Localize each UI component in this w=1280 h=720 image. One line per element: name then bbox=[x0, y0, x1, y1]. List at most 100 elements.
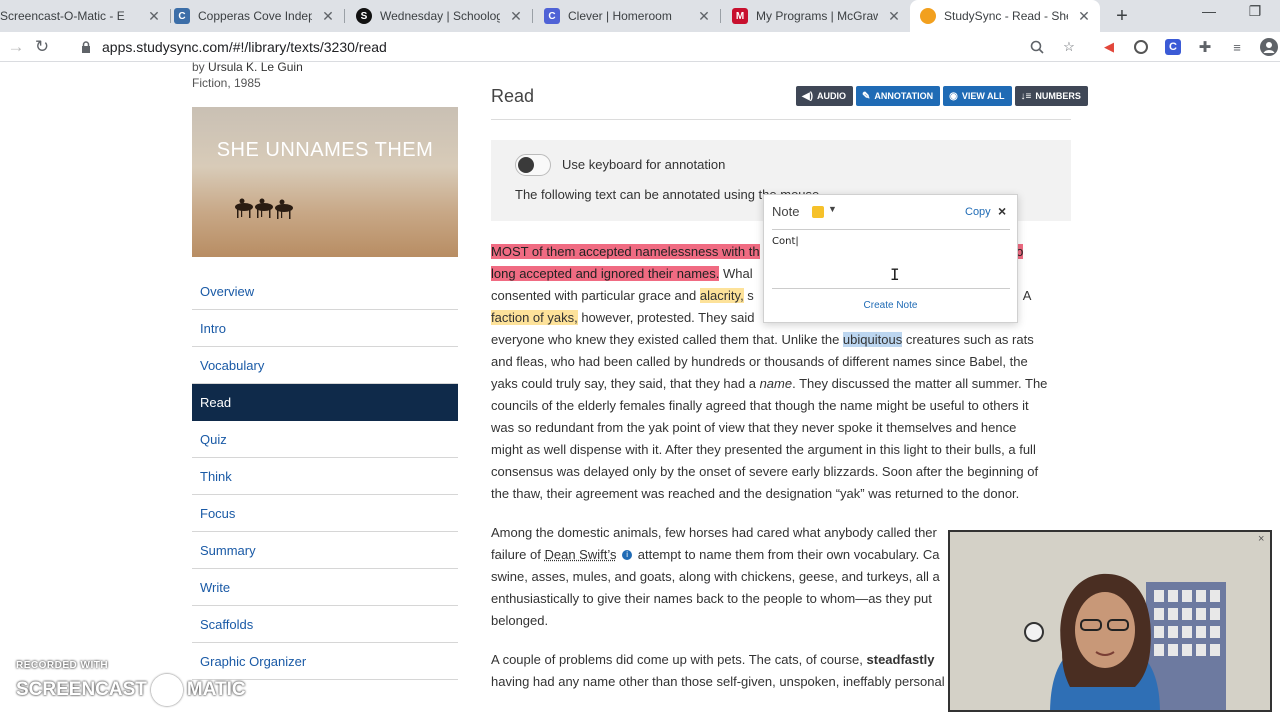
watermark-left: SCREENCAST bbox=[16, 679, 147, 700]
text-run: swine, asses, mules, and goats, along wi… bbox=[491, 569, 940, 584]
numbers-icon: ↓≡ bbox=[1020, 90, 1032, 102]
divider bbox=[491, 119, 1071, 120]
close-tab-icon[interactable]: ✕ bbox=[320, 8, 336, 25]
audio-label: AUDIO bbox=[817, 91, 847, 101]
highlight-red[interactable]: MOST of them accepted namelessness with … bbox=[491, 244, 760, 259]
browser-tab[interactable]: Screencast-O-Matic - E ✕ bbox=[0, 0, 170, 32]
tab-title: Clever | Homeroom bbox=[568, 9, 672, 23]
lock-icon bbox=[80, 40, 92, 54]
note-color-swatch[interactable] bbox=[812, 206, 824, 218]
chevron-down-icon[interactable]: ▼ bbox=[828, 204, 837, 214]
cover-title: SHE UNNAMES THEM bbox=[216, 139, 434, 161]
tab-title: My Programs | McGraw bbox=[756, 9, 878, 23]
toggle-label: Use keyboard for annotation bbox=[562, 157, 726, 172]
browser-tab[interactable]: C Copperas Cove Indepen ✕ bbox=[164, 0, 344, 32]
megaphone-extension-icon[interactable]: ◀ bbox=[1099, 37, 1119, 57]
read-heading: Read bbox=[491, 86, 535, 106]
browser-tab[interactable]: C Clever | Homeroom ✕ bbox=[534, 0, 720, 32]
minimize-icon[interactable]: — bbox=[1186, 0, 1232, 28]
book-byline: by Ursula K. Le Guin Fiction, 1985 bbox=[192, 59, 303, 91]
reload-icon[interactable]: ↻ bbox=[30, 35, 54, 59]
browser-tab[interactable]: M My Programs | McGraw ✕ bbox=[722, 0, 910, 32]
audio-button[interactable]: ◀) AUDIO bbox=[796, 86, 854, 106]
book-meta: Fiction, 1985 bbox=[192, 76, 261, 90]
webcam-close-icon[interactable]: × bbox=[1258, 533, 1264, 545]
nav-item-vocabulary[interactable]: Vocabulary bbox=[192, 347, 458, 384]
text-run: having had any name other than those sel… bbox=[491, 674, 1025, 689]
author-prefix: by bbox=[192, 60, 205, 74]
tab-title: Copperas Cove Indepen bbox=[198, 9, 312, 23]
highlight-yellow[interactable]: alacrity, bbox=[699, 288, 744, 303]
divider bbox=[772, 288, 1010, 289]
nav-item-scaffolds[interactable]: Scaffolds bbox=[192, 606, 458, 643]
eye-icon: ◉ bbox=[949, 90, 958, 102]
close-tab-icon[interactable]: ✕ bbox=[1076, 8, 1092, 25]
bookmark-star-icon[interactable]: ☆ bbox=[1059, 37, 1079, 57]
text-run: Among the domestic animals, few horses h… bbox=[491, 525, 937, 540]
annotation-button[interactable]: ✎ ANNOTATION bbox=[856, 86, 941, 106]
schoology-favicon-icon: S bbox=[356, 8, 372, 24]
circle-extension-icon[interactable] bbox=[1131, 37, 1151, 57]
emphasis-name: name bbox=[759, 376, 793, 391]
browser-tab[interactable]: S Wednesday | Schoolog ✕ bbox=[346, 0, 532, 32]
zoom-icon[interactable] bbox=[1027, 37, 1047, 57]
close-tab-icon[interactable]: ✕ bbox=[696, 8, 712, 25]
restore-icon[interactable]: ❐ bbox=[1232, 0, 1278, 28]
dean-swift-link[interactable]: Dean Swift’s bbox=[544, 547, 616, 562]
close-tab-icon[interactable]: ✕ bbox=[508, 8, 524, 25]
new-tab-button[interactable]: + bbox=[1112, 4, 1132, 28]
text-run: s bbox=[743, 288, 754, 303]
selected-word[interactable]: ubiquitous bbox=[842, 332, 903, 347]
info-icon[interactable]: i bbox=[622, 550, 633, 560]
webcam-feed-image bbox=[950, 532, 1270, 710]
watermark-logo: SCREENCAST MATIC bbox=[16, 674, 246, 706]
screencast-watermark: RECORDED WITH SCREENCAST MATIC bbox=[16, 660, 246, 706]
nav-item-intro[interactable]: Intro bbox=[192, 310, 458, 347]
highlight-red[interactable]: long accepted and ignored their names. bbox=[491, 266, 720, 281]
nav-item-write[interactable]: Write bbox=[192, 569, 458, 606]
nav-item-think[interactable]: Think bbox=[192, 458, 458, 495]
keyboard-annotation-toggle[interactable] bbox=[515, 154, 551, 176]
close-tab-icon[interactable]: ✕ bbox=[886, 8, 902, 25]
close-tab-icon[interactable]: ✕ bbox=[146, 8, 162, 25]
view-all-button[interactable]: ◉ VIEW ALL bbox=[943, 86, 1012, 106]
text-run: enthusiastically to give their names bac… bbox=[491, 591, 932, 606]
profile-avatar-icon[interactable] bbox=[1259, 37, 1279, 57]
clever-favicon-icon: C bbox=[544, 8, 560, 24]
address-bar[interactable]: apps.studysync.com/#!/library/texts/3230… bbox=[64, 34, 1086, 60]
nav-item-quiz[interactable]: Quiz bbox=[192, 421, 458, 458]
copy-button[interactable]: Copy bbox=[965, 206, 991, 218]
nav-item-read[interactable]: Read bbox=[192, 384, 458, 421]
text-run: however, protested. They said bbox=[577, 310, 755, 325]
tab-separator bbox=[720, 9, 721, 23]
browser-tab-active[interactable]: StudySync - Read - She ✕ bbox=[910, 0, 1100, 32]
nav-item-summary[interactable]: Summary bbox=[192, 532, 458, 569]
watermark-caption: RECORDED WITH bbox=[16, 660, 109, 671]
text-run: attempt to name them from their own voca… bbox=[634, 547, 940, 562]
nav-item-overview[interactable]: Overview bbox=[192, 273, 458, 310]
numbers-button[interactable]: ↓≡ NUMBERS bbox=[1014, 86, 1088, 106]
mcgraw-favicon-icon: M bbox=[732, 8, 748, 24]
book-cover-image: SHE UNNAMES THEM bbox=[192, 107, 458, 257]
text-run: Whal bbox=[719, 266, 753, 281]
tab-title: Screencast-O-Matic - E bbox=[0, 9, 125, 23]
annotation-label: ANNOTATION bbox=[874, 91, 934, 101]
close-icon[interactable]: × bbox=[998, 203, 1006, 219]
media-control-icon[interactable]: ≡ bbox=[1227, 37, 1247, 57]
numbers-label: NUMBERS bbox=[1035, 91, 1081, 101]
back-arrow-icon[interactable]: → bbox=[4, 35, 28, 59]
author-name: Ursula K. Le Guin bbox=[208, 60, 303, 74]
text-run: A couple of problems did come up with pe… bbox=[491, 652, 867, 667]
extensions-puzzle-icon[interactable]: ✚ bbox=[1195, 37, 1215, 57]
clever-extension-icon[interactable]: C bbox=[1163, 37, 1183, 57]
highlight-yellow[interactable]: faction of yaks, bbox=[491, 310, 578, 325]
screencast-logo-icon bbox=[150, 674, 183, 706]
text-run: A bbox=[1019, 288, 1032, 303]
divider bbox=[772, 229, 1010, 230]
browser-toolbar: → ↻ apps.studysync.com/#!/library/texts/… bbox=[0, 32, 1280, 62]
nav-item-focus[interactable]: Focus bbox=[192, 495, 458, 532]
create-note-button[interactable]: Create Note bbox=[764, 300, 1017, 311]
bold-word: steadfastly bbox=[866, 652, 935, 667]
studysync-favicon-icon bbox=[920, 8, 936, 24]
tab-separator bbox=[344, 9, 345, 23]
